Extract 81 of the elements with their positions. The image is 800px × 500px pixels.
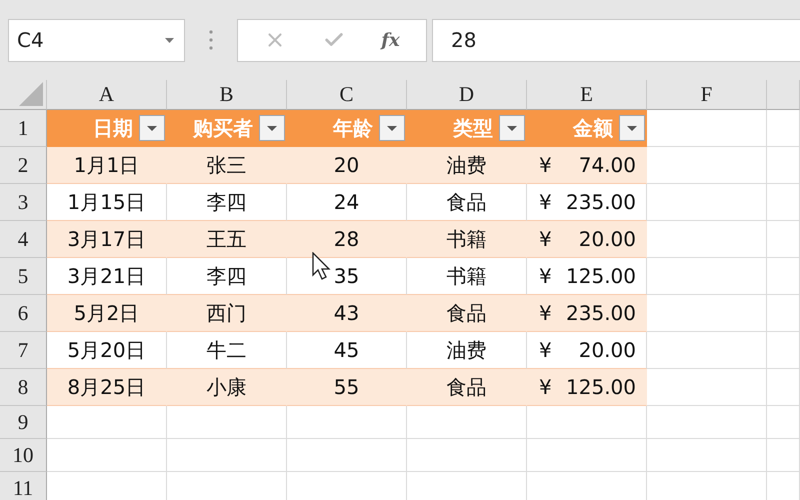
table-cell: 西门 (167, 295, 287, 332)
amount-text: 235.00 (566, 301, 636, 325)
caret-icon[interactable] (165, 38, 174, 42)
caret-icon (507, 126, 517, 130)
column-header[interactable]: E (527, 80, 647, 110)
table-cell: 20 (287, 147, 407, 184)
table-cell: 油费 (407, 332, 527, 369)
grip-icon (209, 29, 213, 51)
table-cell: 食品 (407, 369, 527, 406)
table-cell: 小康 (167, 369, 287, 406)
currency-symbol: ¥ (539, 227, 552, 251)
column-header[interactable]: B (167, 80, 287, 110)
currency-symbol: ¥ (539, 153, 552, 177)
header-text: 类型 (453, 114, 493, 142)
row-header[interactable]: 8 (0, 369, 47, 406)
table-cell: 8月25日 (47, 369, 167, 406)
table-cell: 24 (287, 184, 407, 221)
row-header[interactable]: 11 (0, 472, 47, 500)
currency-symbol: ¥ (539, 190, 552, 214)
table-cell: 书籍 (407, 258, 527, 295)
currency-symbol: ¥ (539, 301, 552, 325)
column-header[interactable]: F (647, 80, 767, 110)
table-cell: 王五 (167, 221, 287, 258)
header-text: 金额 (573, 114, 613, 142)
table-cell: 李四 (167, 184, 287, 221)
table-cell: 3月21日 (47, 258, 167, 295)
header-text: 日期 (93, 114, 133, 142)
table-cell: 3月17日 (47, 221, 167, 258)
table-cell: 张三 (167, 147, 287, 184)
table-cell: 5月2日 (47, 295, 167, 332)
row-header[interactable]: 3 (0, 184, 47, 221)
column-header[interactable]: D (407, 80, 527, 110)
name-box[interactable]: C4 (8, 18, 185, 62)
table-cell: 牛二 (167, 332, 287, 369)
amount-text: 20.00 (578, 227, 636, 251)
row-header[interactable]: 9 (0, 406, 47, 439)
header-text: 年龄 (333, 114, 373, 142)
row-header[interactable]: 5 (0, 258, 47, 295)
table-cell: 食品 (407, 184, 527, 221)
filter-button[interactable] (619, 115, 645, 141)
table-cell: 45 (287, 332, 407, 369)
currency-symbol: ¥ (539, 264, 552, 288)
pointer-cursor-icon (312, 252, 332, 282)
table-cell: 1月15日 (47, 184, 167, 221)
amount-text: 20.00 (578, 338, 636, 362)
table-cell: 书籍 (407, 221, 527, 258)
row-header[interactable]: 1 (0, 110, 47, 147)
table-cell: 食品 (407, 295, 527, 332)
table-cell: 35 (287, 258, 407, 295)
caret-icon (267, 126, 277, 130)
caret-icon (387, 126, 397, 130)
table-cell: 43 (287, 295, 407, 332)
table-cell: 油费 (407, 147, 527, 184)
filter-button[interactable] (139, 115, 165, 141)
row-header[interactable]: 10 (0, 439, 47, 472)
row-header[interactable]: 4 (0, 221, 47, 258)
table-cell: 李四 (167, 258, 287, 295)
amount-text: 235.00 (566, 190, 636, 214)
amount-text: 125.00 (566, 264, 636, 288)
row-header[interactable]: 2 (0, 147, 47, 184)
header-text: 购买者 (193, 114, 253, 142)
column-header[interactable]: A (47, 80, 167, 110)
currency-symbol: ¥ (539, 338, 552, 362)
caret-icon (627, 126, 637, 130)
insert-function-button[interactable]: fx (379, 28, 402, 52)
formula-field[interactable]: 28 (432, 18, 800, 62)
caret-icon (147, 126, 157, 130)
table-cell: 28 (287, 221, 407, 258)
row-header[interactable]: 7 (0, 332, 47, 369)
filter-button[interactable] (259, 115, 285, 141)
row-header[interactable]: 6 (0, 295, 47, 332)
filter-button[interactable] (379, 115, 405, 141)
amount-text: 74.00 (578, 153, 636, 177)
cell-reference: C4 (17, 28, 44, 52)
amount-text: 125.00 (566, 375, 636, 399)
currency-symbol: ¥ (539, 375, 552, 399)
column-header[interactable]: C (287, 80, 407, 110)
table-cell: 55 (287, 369, 407, 406)
filter-button[interactable] (499, 115, 525, 141)
table-cell: 5月20日 (47, 332, 167, 369)
table-cell: 1月1日 (47, 147, 167, 184)
